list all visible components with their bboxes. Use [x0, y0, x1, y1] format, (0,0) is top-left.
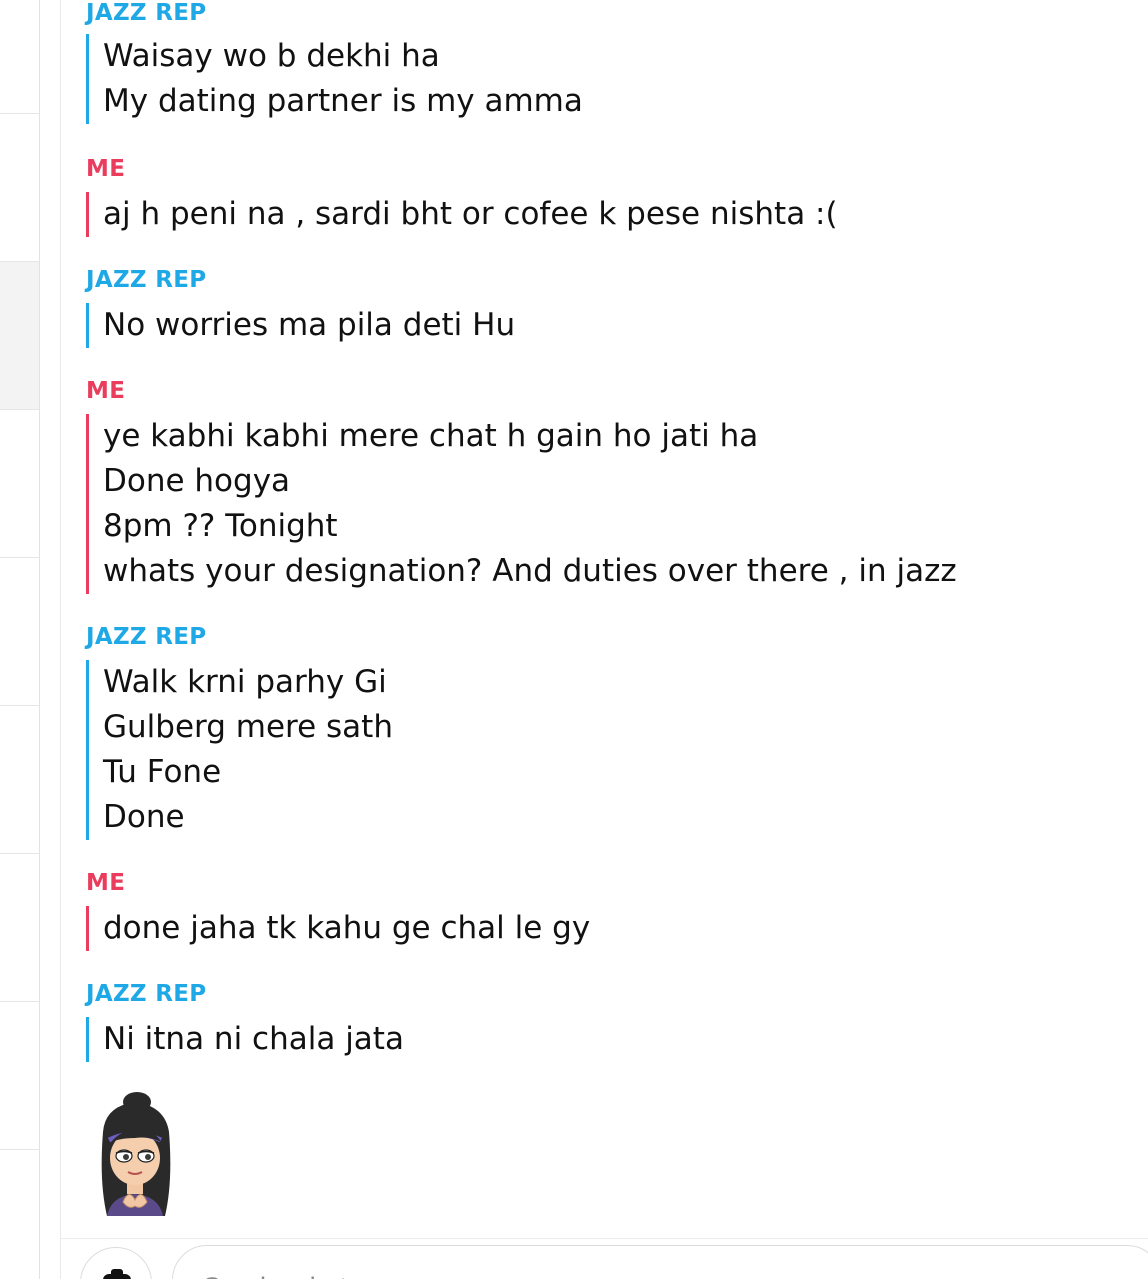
message-bubble: ye kabhi kabhi mere chat h gain ho jati … — [86, 414, 957, 594]
message-group: JAZZ REP No worries ma pila deti Hu — [86, 267, 515, 348]
message-group: JAZZ REP Waisay wo b dekhi ha My dating … — [86, 0, 583, 124]
message-text: 8pm ?? Tonight — [103, 508, 338, 544]
conversation-list-item[interactable] — [0, 1149, 39, 1279]
chat-composer — [60, 1238, 1148, 1279]
conversation-list-item[interactable] — [0, 557, 39, 705]
message-group: JAZZ REP Ni itna ni chala jata — [86, 981, 404, 1062]
message-text: Waisay wo b dekhi ha — [103, 38, 440, 74]
message-bubble: Waisay wo b dekhi ha My dating partner i… — [86, 34, 583, 124]
message-text: Tu Fone — [103, 754, 222, 790]
sender-label: ME — [86, 156, 126, 182]
sender-label: JAZZ REP — [86, 981, 207, 1007]
message-text: Done — [103, 799, 185, 835]
message-text: Gulberg mere sath — [103, 709, 393, 745]
message-group: ME ye kabhi kabhi mere chat h gain ho ja… — [86, 378, 957, 594]
conversation-list-item[interactable] — [0, 705, 39, 853]
message-bubble: Walk krni parhy Gi Gulberg mere sath Tu … — [86, 660, 393, 840]
message-text: Walk krni parhy Gi — [103, 664, 387, 700]
bitmoji-avatar-icon[interactable] — [85, 1092, 185, 1216]
message-bubble: Ni itna ni chala jata — [86, 1017, 404, 1062]
message-group: ME done jaha tk kahu ge chal le gy — [86, 870, 590, 951]
sender-label: ME — [86, 870, 126, 896]
conversation-list-item[interactable] — [0, 853, 39, 1001]
message-group: JAZZ REP Walk krni parhy Gi Gulberg mere… — [86, 624, 393, 840]
conversation-list-edge — [0, 0, 40, 1279]
message-bubble: No worries ma pila deti Hu — [86, 303, 515, 348]
message-thread: JAZZ REP Waisay wo b dekhi ha My dating … — [60, 0, 1148, 1279]
message-group: ME aj h peni na , sardi bht or cofee k p… — [86, 156, 838, 237]
sender-label: JAZZ REP — [86, 0, 207, 26]
message-text: done jaha tk kahu ge chal le gy — [103, 910, 591, 946]
sender-label: JAZZ REP — [86, 624, 207, 650]
conversation-list-item[interactable] — [0, 409, 39, 557]
message-text: My dating partner is my amma — [103, 83, 583, 119]
message-text: ye kabhi kabhi mere chat h gain ho jati … — [103, 418, 759, 454]
message-bubble: aj h peni na , sardi bht or cofee k pese… — [86, 192, 838, 237]
sender-label: ME — [86, 378, 126, 404]
conversation-list-item-active[interactable] — [0, 261, 39, 409]
message-text: Ni itna ni chala jata — [103, 1021, 404, 1057]
sender-label: JAZZ REP — [86, 267, 207, 293]
message-text: aj h peni na , sardi bht or cofee k pese… — [103, 196, 838, 232]
message-text: No worries ma pila deti Hu — [103, 307, 516, 343]
chat-input[interactable] — [172, 1245, 1148, 1279]
conversation-list-item[interactable] — [0, 1001, 39, 1149]
message-text: Done hogya — [103, 463, 291, 499]
message-bubble: done jaha tk kahu ge chal le gy — [86, 906, 590, 951]
camera-icon — [103, 1269, 131, 1279]
message-text: whats your designation? And duties over … — [103, 553, 957, 589]
camera-button[interactable] — [80, 1247, 152, 1279]
conversation-list-item[interactable] — [0, 113, 39, 261]
chat-window: JAZZ REP Waisay wo b dekhi ha My dating … — [0, 0, 1148, 1279]
